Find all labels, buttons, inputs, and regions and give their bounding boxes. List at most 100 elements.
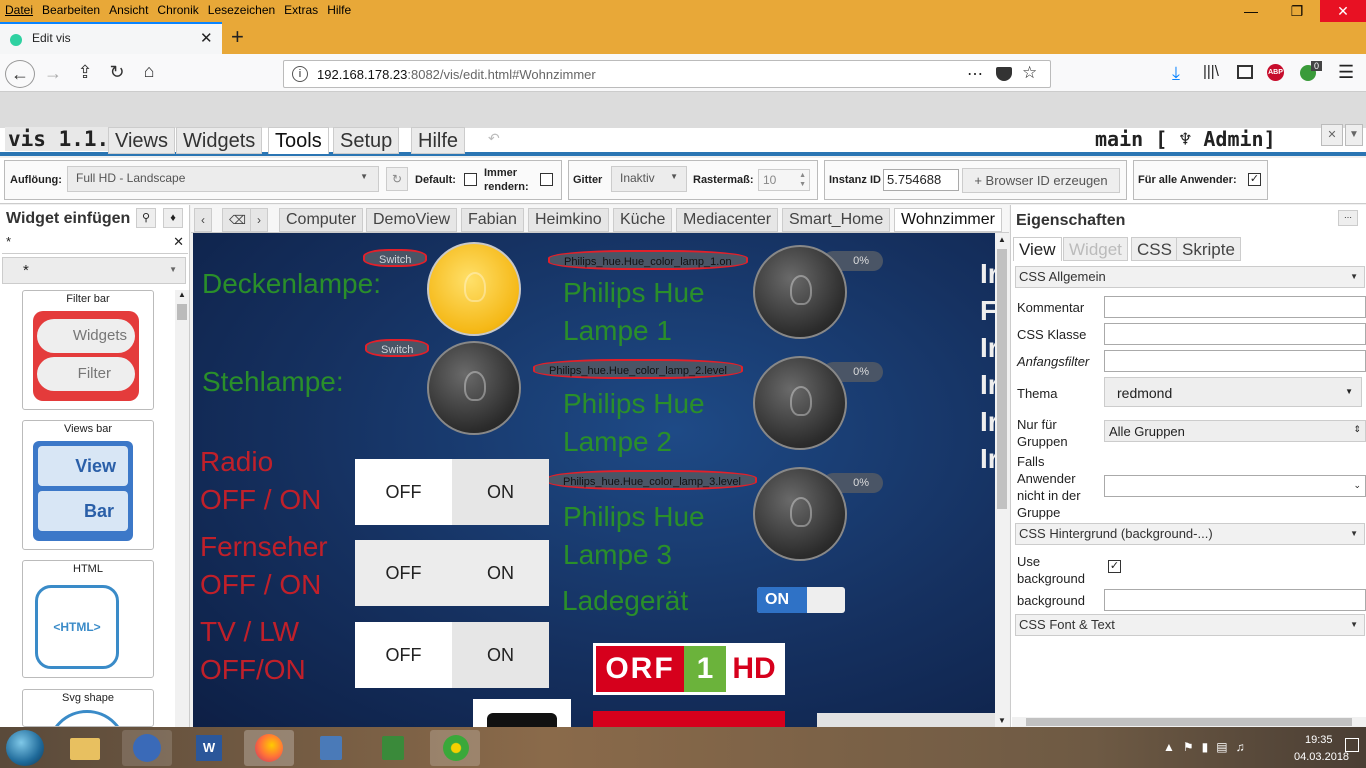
widget-list-scrollbar[interactable]: ▲ bbox=[175, 290, 189, 727]
bookmark-star-icon[interactable]: ☆ bbox=[1022, 63, 1037, 83]
scroll-down-icon[interactable]: ▼ bbox=[998, 716, 1006, 725]
start-button-icon[interactable] bbox=[6, 730, 44, 766]
css-class-input[interactable] bbox=[1104, 323, 1366, 345]
hue-lamp-1-state[interactable]: Philips_hue.Hue_color_lamp_1.on bbox=[548, 250, 748, 270]
tab-css[interactable]: CSS bbox=[1131, 237, 1178, 261]
ladegeraet-switch[interactable]: ON bbox=[757, 587, 845, 613]
vis-menu-setup[interactable]: Setup bbox=[333, 127, 400, 154]
tab-heimkino[interactable]: Heimkino bbox=[528, 208, 609, 232]
if-user-select[interactable]: ⌄ bbox=[1104, 475, 1366, 497]
canvas-scrollbar[interactable]: ▲ ▼ bbox=[995, 233, 1009, 727]
close-tab-icon[interactable]: ✕ bbox=[200, 29, 213, 47]
menu-hilfe[interactable]: Hilfe bbox=[322, 0, 355, 17]
bulb-stehlampe[interactable] bbox=[427, 341, 521, 435]
thunderbird-icon[interactable] bbox=[122, 730, 172, 766]
view-delete-icon[interactable]: ⌫ bbox=[222, 208, 253, 232]
default-checkbox[interactable] bbox=[464, 173, 477, 186]
widget-tag-icon[interactable]: ♦ bbox=[163, 208, 183, 228]
hamburger-menu-icon[interactable]: ☰ bbox=[1338, 62, 1354, 83]
page-actions-icon[interactable]: ⋯ bbox=[967, 64, 983, 84]
switch-deckenlampe[interactable]: Switch bbox=[363, 249, 428, 267]
refresh-resolution-icon[interactable]: ↻ bbox=[386, 167, 408, 191]
always-render-checkbox[interactable] bbox=[540, 173, 553, 186]
widget-views-bar[interactable]: Views bar View Bar bbox=[22, 420, 154, 550]
scroll-thumb[interactable] bbox=[1026, 718, 1352, 726]
widget-search-icon[interactable]: ⚲ bbox=[136, 208, 156, 228]
vis-menu-hilfe[interactable]: Hilfe bbox=[411, 127, 466, 154]
tv-lw-on-button[interactable]: ON bbox=[452, 622, 549, 688]
menu-chronik[interactable]: Chronik bbox=[152, 0, 202, 17]
properties-collapse-icon[interactable]: ⋯ bbox=[1338, 210, 1358, 226]
view-canvas[interactable]: Deckenlampe: Switch Stehlampe: Switch Ph… bbox=[193, 233, 995, 727]
home-upload-icon[interactable]: ⇪ bbox=[70, 62, 100, 83]
notification-icon[interactable] bbox=[1345, 738, 1359, 752]
initial-filter-input[interactable] bbox=[1104, 350, 1366, 372]
switch-stehlampe[interactable]: Switch bbox=[365, 339, 430, 357]
tab-smart-home[interactable]: Smart_Home bbox=[782, 208, 891, 232]
clear-filter-icon[interactable]: ✕ bbox=[173, 234, 184, 250]
widget-filter-input[interactable]: * ✕ bbox=[2, 234, 188, 254]
tab-demoview[interactable]: DemoView bbox=[366, 208, 458, 232]
url-field[interactable]: i 192.168.178.23:8082/vis/edit.html#Wohn… bbox=[283, 60, 1051, 88]
orf1-logo[interactable]: ORF 1 HD bbox=[593, 643, 785, 695]
resolution-select[interactable]: Full HD - Landscape ▼ bbox=[67, 166, 379, 192]
stepper-icon[interactable]: ▲ ▼ bbox=[799, 171, 806, 189]
vis-menu-widgets[interactable]: Widgets bbox=[176, 127, 263, 154]
fernseher-off-button[interactable]: OFF bbox=[355, 540, 452, 606]
section-css-font[interactable]: CSS Font & Text ▼ bbox=[1015, 614, 1365, 636]
section-css-allgemein[interactable]: CSS Allgemein ▼ bbox=[1015, 266, 1365, 288]
browser-id-button[interactable]: + Browser ID erzeugen bbox=[962, 168, 1120, 193]
clock-date[interactable]: 04.03.2018 bbox=[1294, 751, 1349, 763]
file-explorer-icon[interactable] bbox=[60, 730, 110, 766]
forward-icon[interactable]: → bbox=[38, 63, 68, 84]
tab-computer[interactable]: Computer bbox=[279, 208, 364, 232]
scroll-up-icon[interactable]: ▲ bbox=[998, 235, 1006, 244]
pocket-icon[interactable] bbox=[996, 67, 1012, 81]
use-background-checkbox[interactable]: ✓ bbox=[1108, 560, 1121, 573]
comment-input[interactable] bbox=[1104, 296, 1366, 318]
bulb-hue-1[interactable] bbox=[753, 245, 847, 339]
menu-lesezeichen[interactable]: Lesezeichen bbox=[203, 0, 279, 17]
all-users-checkbox[interactable]: ✓ bbox=[1248, 173, 1261, 186]
clock-time[interactable]: 19:35 bbox=[1305, 734, 1333, 746]
section-css-background[interactable]: CSS Hintergrund (background-...) ▼ bbox=[1015, 523, 1365, 545]
new-tab-icon[interactable]: + bbox=[231, 24, 244, 50]
rdp-icon[interactable] bbox=[368, 730, 418, 766]
widget-svg-shape[interactable]: Svg shape bbox=[22, 689, 154, 727]
network-tool-icon[interactable] bbox=[306, 730, 356, 766]
download-icon[interactable]: ⤓ bbox=[1172, 63, 1180, 84]
firefox-icon[interactable] bbox=[244, 730, 294, 766]
menu-extras[interactable]: Extras bbox=[279, 0, 322, 17]
background-input[interactable] bbox=[1104, 589, 1366, 611]
fernseher-on-button[interactable]: ON bbox=[452, 540, 549, 606]
vis-close-icon[interactable]: ✕ bbox=[1321, 124, 1343, 146]
bulb-hue-3[interactable] bbox=[753, 467, 847, 561]
tab-skripte[interactable]: Skripte bbox=[1176, 237, 1241, 261]
tab-mediacenter[interactable]: Mediacenter bbox=[676, 208, 779, 232]
radio-on-button[interactable]: ON bbox=[452, 459, 549, 525]
bulb-deckenlampe[interactable] bbox=[427, 242, 521, 336]
tab-kueche[interactable]: Küche bbox=[613, 208, 673, 232]
sidebar-icon[interactable] bbox=[1237, 65, 1253, 79]
scroll-up-icon[interactable]: ▲ bbox=[178, 290, 186, 299]
scroll-thumb[interactable] bbox=[177, 304, 187, 320]
undo-icon[interactable]: ↶ bbox=[488, 130, 500, 147]
tab-view[interactable]: View bbox=[1013, 237, 1062, 261]
tray-icons[interactable]: ▲⚑▮▤♫ bbox=[1163, 740, 1253, 754]
flower-app-icon[interactable] bbox=[430, 730, 480, 766]
word-icon[interactable]: W bbox=[184, 730, 234, 766]
reload-icon[interactable]: ↻ bbox=[102, 62, 132, 83]
browser-tab[interactable]: Edit vis ✕ bbox=[0, 22, 222, 54]
view-prev-icon[interactable]: ‹ bbox=[194, 208, 212, 232]
theme-select[interactable]: redmond ▼ bbox=[1104, 377, 1362, 407]
hue-lamp-3-level[interactable]: Philips_hue.Hue_color_lamp_3.level bbox=[547, 470, 757, 490]
tab-widget[interactable]: Widget bbox=[1063, 237, 1128, 261]
bulb-hue-2[interactable] bbox=[753, 356, 847, 450]
minimize-icon[interactable]: — bbox=[1228, 0, 1274, 22]
home-icon[interactable]: ⌂ bbox=[134, 61, 164, 82]
library-icon[interactable]: |||\ bbox=[1203, 63, 1219, 80]
widget-html[interactable]: HTML <HTML> bbox=[22, 560, 154, 678]
adblock-icon[interactable]: ABP bbox=[1267, 64, 1284, 81]
menu-bearbeiten[interactable]: Bearbeiten bbox=[37, 0, 104, 17]
widget-filter-bar[interactable]: Filter bar Widgets Filter bbox=[22, 290, 154, 410]
